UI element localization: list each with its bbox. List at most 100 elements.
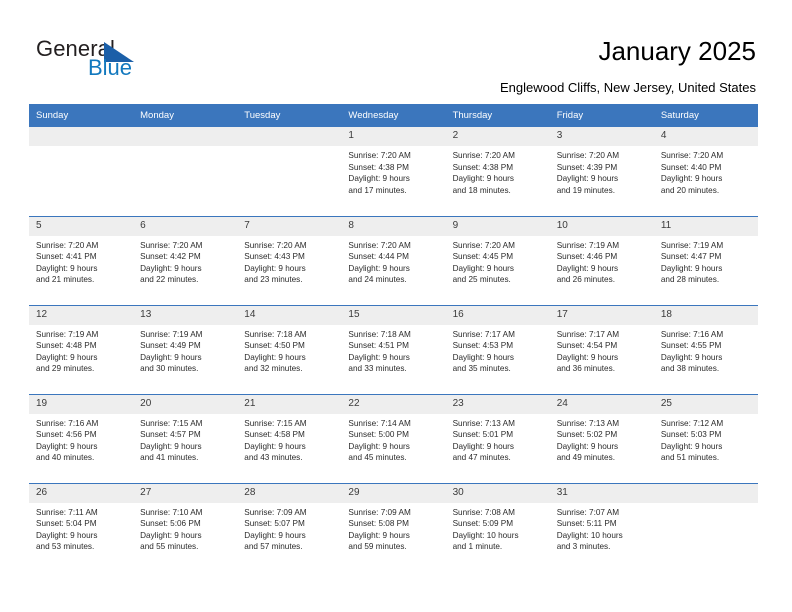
sunrise-text: Sunrise: 7:15 AM <box>140 418 203 428</box>
calendar-day-cell[interactable]: 3 Sunrise: 7:20 AM Sunset: 4:39 PM Daylight… <box>549 127 654 216</box>
sunrise-text: Sunrise: 7:18 AM <box>244 329 307 339</box>
weekday-header-sunday: Sunday <box>29 104 134 127</box>
daylight-text-line1: Daylight: 9 hours <box>36 441 98 451</box>
sunrise-text: Sunrise: 7:19 AM <box>660 240 724 250</box>
calendar-day-cell[interactable]: 20 Sunrise: 7:15 AM Sunset: 4:57 PM Dayligh… <box>133 393 238 483</box>
day-details: Sunrise: 7:14 AM Sunset: 5:00 PM Daylight:… <box>341 414 445 464</box>
sunset-text: Sunset: 4:41 PM <box>36 252 97 262</box>
daylight-text-line2: and 33 minutes. <box>348 364 407 374</box>
calendar-day-cell[interactable]: 13 Sunrise: 7:19 AM Sunset: 4:49 PM Dayligh… <box>133 304 238 394</box>
calendar-day-cell[interactable]: 25 Sunrise: 7:12 AM Sunset: 5:03 PM Dayligh… <box>653 393 758 483</box>
sunrise-text: Sunrise: 7:20 AM <box>556 151 620 160</box>
sunrise-text: Sunrise: 7:16 AM <box>36 418 99 428</box>
day-number: 4 <box>653 127 758 146</box>
daylight-text-line2: and 38 minutes. <box>660 364 720 374</box>
daylight-text-line1: Daylight: 9 hours <box>36 530 98 540</box>
day-number: 28 <box>237 483 342 503</box>
calendar-day-cell[interactable]: 1 Sunrise: 7:20 AM Sunset: 4:38 PM Daylight… <box>341 127 446 216</box>
sunset-text: Sunset: 5:01 PM <box>452 430 514 440</box>
calendar-day-cell[interactable]: 7 Sunrise: 7:20 AM Sunset: 4:43 PM Daylight… <box>237 215 342 305</box>
calendar-day-cell[interactable]: 14 Sunrise: 7:18 AM Sunset: 4:50 PM Dayligh… <box>237 304 342 394</box>
calendar-day-cell[interactable]: 11 Sunrise: 7:19 AM Sunset: 4:47 PM Dayligh… <box>653 215 758 305</box>
day-details: Sunrise: 7:09 AM Sunset: 5:08 PM Daylight:… <box>341 503 445 553</box>
calendar-day-cell[interactable]: 28 Sunrise: 7:09 AM Sunset: 5:07 PM Dayligh… <box>237 482 342 572</box>
day-details: Sunrise: 7:17 AM Sunset: 4:54 PM Daylight:… <box>550 325 654 375</box>
calendar-header-row: Sunday Monday Tuesday Wednesday Thursday… <box>29 104 758 127</box>
daylight-text-line2: and 17 minutes. <box>348 185 407 195</box>
sunrise-text: Sunrise: 7:16 AM <box>660 329 724 339</box>
calendar-day-cell[interactable]: 12 Sunrise: 7:19 AM Sunset: 4:48 PM Dayligh… <box>29 304 134 394</box>
daylight-text-line1: Daylight: 9 hours <box>244 352 306 362</box>
calendar-week-row: 19 Sunrise: 7:16 AM Sunset: 4:56 PM Dayligh… <box>29 393 758 483</box>
daylight-text-line1: Daylight: 9 hours <box>660 352 723 362</box>
daylight-text-line2: and 59 minutes. <box>348 542 407 552</box>
calendar-day-cell[interactable]: 27 Sunrise: 7:10 AM Sunset: 5:06 PM Dayligh… <box>133 482 238 572</box>
day-number: 19 <box>29 394 134 414</box>
daylight-text-line2: and 57 minutes. <box>244 542 303 552</box>
sunrise-text: Sunrise: 7:17 AM <box>452 329 515 339</box>
daylight-text-line2: and 25 minutes. <box>452 275 511 285</box>
calendar-day-cell[interactable]: 22 Sunrise: 7:14 AM Sunset: 5:00 PM Dayligh… <box>341 393 446 483</box>
calendar-day-cell[interactable]: 16 Sunrise: 7:17 AM Sunset: 4:53 PM Dayligh… <box>445 304 550 394</box>
day-number: 31 <box>549 483 654 503</box>
day-number: 7 <box>237 216 342 236</box>
calendar-day-cell[interactable]: 17 Sunrise: 7:17 AM Sunset: 4:54 PM Dayligh… <box>549 304 654 394</box>
daylight-text-line2: and 51 minutes. <box>660 453 720 463</box>
sunset-text: Sunset: 4:39 PM <box>556 162 618 172</box>
day-number: 18 <box>653 305 758 325</box>
sunset-text: Sunset: 4:45 PM <box>452 252 514 262</box>
calendar-day-cell[interactable]: 29 Sunrise: 7:09 AM Sunset: 5:08 PM Dayligh… <box>341 482 446 572</box>
calendar-table: Sunday Monday Tuesday Wednesday Thursday… <box>29 104 758 572</box>
day-number: 30 <box>445 483 550 503</box>
calendar-day-cell[interactable]: 4 Sunrise: 7:20 AM Sunset: 4:40 PM Daylight… <box>653 127 758 216</box>
calendar-day-cell[interactable]: 5 Sunrise: 7:20 AM Sunset: 4:41 PM Daylight… <box>29 215 134 305</box>
sunset-text: Sunset: 5:04 PM <box>36 519 97 529</box>
daylight-text-line2: and 49 minutes. <box>556 453 615 463</box>
day-details: Sunrise: 7:15 AM Sunset: 4:57 PM Daylight:… <box>133 414 237 464</box>
calendar-day-cell[interactable]: 8 Sunrise: 7:20 AM Sunset: 4:44 PM Daylight… <box>341 215 446 305</box>
day-number: 25 <box>653 394 758 414</box>
day-details: Sunrise: 7:10 AM Sunset: 5:06 PM Daylight:… <box>133 503 237 553</box>
calendar-day-cell[interactable]: 26 Sunrise: 7:11 AM Sunset: 5:04 PM Dayligh… <box>29 482 134 572</box>
daylight-text-line2: and 28 minutes. <box>660 275 720 285</box>
calendar-day-cell[interactable]: 24 Sunrise: 7:13 AM Sunset: 5:02 PM Dayligh… <box>549 393 654 483</box>
calendar-cell-empty <box>237 127 342 216</box>
calendar-day-cell[interactable]: 18 Sunrise: 7:16 AM Sunset: 4:55 PM Dayligh… <box>653 304 758 394</box>
daylight-text-line2: and 43 minutes. <box>244 453 303 463</box>
daylight-text-line2: and 20 minutes. <box>660 185 720 195</box>
daylight-text-line1: Daylight: 9 hours <box>348 530 410 540</box>
calendar-day-cell[interactable]: 21 Sunrise: 7:15 AM Sunset: 4:58 PM Dayligh… <box>237 393 342 483</box>
day-details: Sunrise: 7:09 AM Sunset: 5:07 PM Daylight:… <box>237 503 341 553</box>
calendar-day-cell[interactable]: 30 Sunrise: 7:08 AM Sunset: 5:09 PM Dayligh… <box>445 482 550 572</box>
day-number: 27 <box>133 483 238 503</box>
day-details: Sunrise: 7:19 AM Sunset: 4:49 PM Daylight:… <box>133 325 237 375</box>
daylight-text-line2: and 3 minutes. <box>556 542 611 552</box>
day-number: 13 <box>133 305 238 325</box>
calendar-week-row: 1 Sunrise: 7:20 AM Sunset: 4:38 PM Daylight… <box>29 127 758 216</box>
day-number: 12 <box>29 305 134 325</box>
calendar-day-cell[interactable]: 2 Sunrise: 7:20 AM Sunset: 4:38 PM Daylight… <box>445 127 550 216</box>
sunset-text: Sunset: 4:38 PM <box>452 162 514 172</box>
sunrise-text: Sunrise: 7:07 AM <box>556 507 620 517</box>
day-number <box>653 483 758 503</box>
day-details: Sunrise: 7:12 AM Sunset: 5:03 PM Daylight:… <box>654 414 758 464</box>
calendar-page: General Blue January 2025 Englewood Clif… <box>0 0 792 612</box>
daylight-text-line1: Daylight: 9 hours <box>140 263 202 273</box>
day-details: Sunrise: 7:20 AM Sunset: 4:41 PM Daylight:… <box>29 236 133 286</box>
sunrise-text: Sunrise: 7:17 AM <box>556 329 620 339</box>
sunrise-text: Sunrise: 7:14 AM <box>348 418 411 428</box>
sunset-text: Sunset: 4:57 PM <box>140 430 201 440</box>
calendar-day-cell[interactable]: 31 Sunrise: 7:07 AM Sunset: 5:11 PM Dayligh… <box>549 482 654 572</box>
calendar-day-cell[interactable]: 19 Sunrise: 7:16 AM Sunset: 4:56 PM Dayligh… <box>29 393 134 483</box>
daylight-text-line1: Daylight: 9 hours <box>244 263 306 273</box>
day-number: 14 <box>237 305 342 325</box>
logo[interactable]: General Blue <box>36 38 186 86</box>
calendar-day-cell[interactable]: 10 Sunrise: 7:19 AM Sunset: 4:46 PM Dayligh… <box>549 215 654 305</box>
calendar-day-cell[interactable]: 9 Sunrise: 7:20 AM Sunset: 4:45 PM Daylight… <box>445 215 550 305</box>
calendar-day-cell[interactable]: 15 Sunrise: 7:18 AM Sunset: 4:51 PM Dayligh… <box>341 304 446 394</box>
daylight-text-line1: Daylight: 9 hours <box>348 174 410 184</box>
sunset-text: Sunset: 5:09 PM <box>452 519 514 529</box>
calendar-cell-empty <box>653 482 758 572</box>
calendar-day-cell[interactable]: 6 Sunrise: 7:20 AM Sunset: 4:42 PM Daylight… <box>133 215 238 305</box>
calendar-day-cell[interactable]: 23 Sunrise: 7:13 AM Sunset: 5:01 PM Dayligh… <box>445 393 550 483</box>
